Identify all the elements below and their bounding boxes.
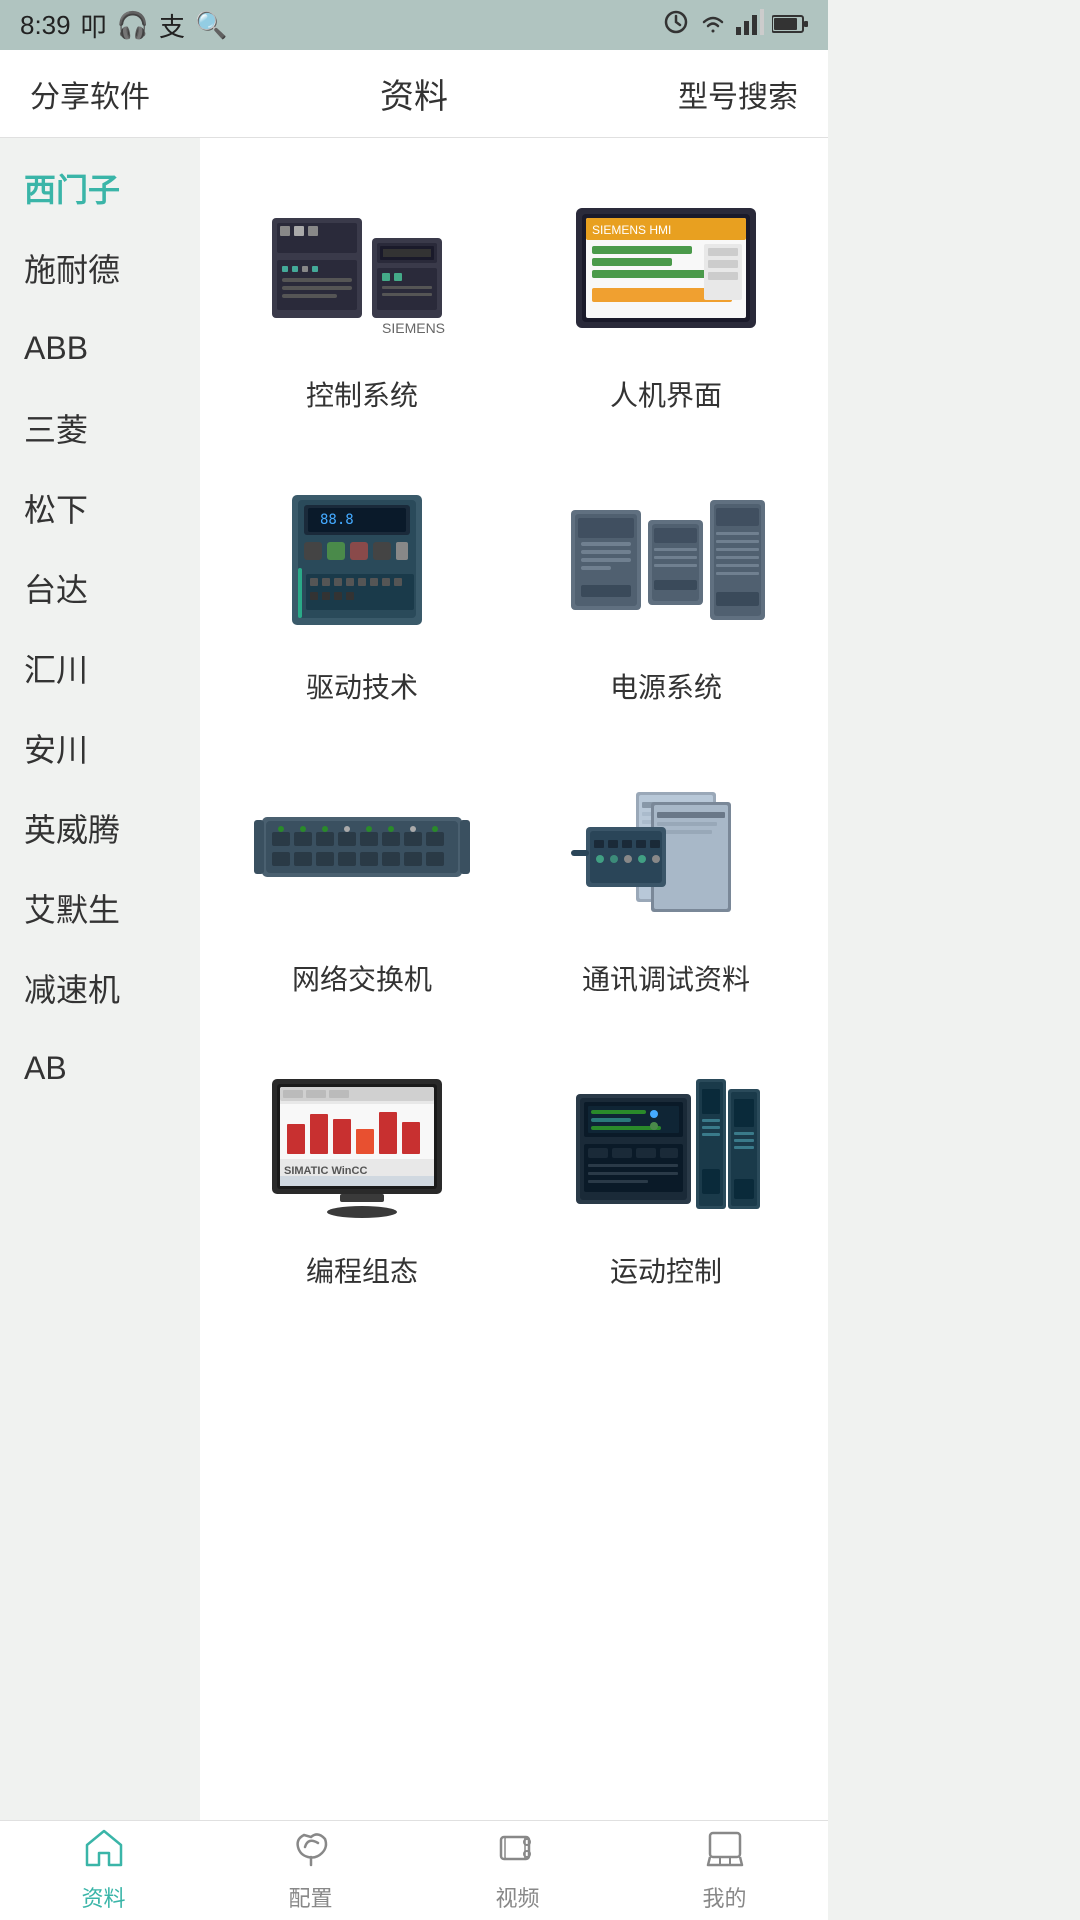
status-icon-msg: 🔍 <box>195 10 227 41</box>
bottom-tab-bar: 资料 配置 视频 <box>0 1820 828 1920</box>
tab-config[interactable]: 配置 <box>207 1829 414 1913</box>
control-system-image: SIEMENS <box>242 178 482 358</box>
programming-label: 编程组态 <box>306 1250 418 1290</box>
status-battery-icon <box>772 10 808 41</box>
sidebar-item-abb[interactable]: ABB <box>0 308 200 388</box>
tab-video[interactable]: 视频 <box>414 1829 621 1913</box>
status-left: 8:39 叩 🎧 支 🔍 <box>20 7 227 44</box>
tab-video-label: 视频 <box>495 1881 539 1913</box>
comm-debug-image <box>546 762 786 942</box>
sidebar-item-mitsubishi[interactable]: 三菱 <box>0 388 200 468</box>
motion-control-image <box>546 1054 786 1234</box>
network-switch-image <box>242 762 482 942</box>
category-drive[interactable]: 88.8 <box>220 450 504 722</box>
content-area: SIEMENS 控制系统 SIEMENS HMI <box>200 138 828 1820</box>
category-motion-control[interactable]: 运动控制 <box>524 1034 808 1306</box>
power-supply-image <box>546 470 786 650</box>
category-grid: SIEMENS 控制系统 SIEMENS HMI <box>220 158 808 1306</box>
sidebar-item-ab[interactable]: AB <box>0 1028 200 1108</box>
sidebar: 西门子 施耐德 ABB 三菱 松下 台达 汇川 安川 英威腾 艾默生 减速机 <box>0 138 200 1820</box>
sidebar-item-yaskawa[interactable]: 安川 <box>0 708 200 788</box>
motion-control-label: 运动控制 <box>610 1250 722 1290</box>
status-nfc-icon <box>662 8 690 43</box>
hmi-label: 人机界面 <box>610 374 722 414</box>
svg-text:SIEMENS: SIEMENS <box>382 320 445 336</box>
sidebar-item-reducer[interactable]: 减速机 <box>0 948 200 1028</box>
sidebar-item-panasonic[interactable]: 松下 <box>0 468 200 548</box>
status-icon-call: 叩 <box>81 7 107 44</box>
tab-config-icon <box>290 1829 332 1877</box>
status-signal-icon <box>736 9 764 42</box>
share-software-link[interactable]: 分享软件 <box>30 72 150 116</box>
top-nav: 分享软件 资料 型号搜索 <box>0 50 828 138</box>
sidebar-item-emerson[interactable]: 艾默生 <box>0 868 200 948</box>
hmi-image: SIEMENS HMI <box>546 178 786 358</box>
sidebar-item-invt[interactable]: 英威腾 <box>0 788 200 868</box>
tab-mine[interactable]: 我的 <box>621 1829 828 1913</box>
svg-text:88.8: 88.8 <box>320 512 354 528</box>
status-wifi-icon <box>698 9 728 42</box>
comm-debug-label: 通讯调试资料 <box>582 958 750 998</box>
sidebar-item-schneider[interactable]: 施耐德 <box>0 228 200 308</box>
category-network-switch[interactable]: 网络交换机 <box>220 742 504 1014</box>
main-layout: 西门子 施耐德 ABB 三菱 松下 台达 汇川 安川 英威腾 艾默生 减速机 <box>0 138 828 1820</box>
category-comm-debug[interactable]: 通讯调试资料 <box>524 742 808 1014</box>
status-icon-pay: 支 <box>159 7 185 44</box>
tab-mine-label: 我的 <box>702 1881 746 1913</box>
tab-config-label: 配置 <box>288 1881 332 1913</box>
sidebar-item-siemens[interactable]: 西门子 <box>0 148 200 228</box>
sidebar-item-delta[interactable]: 台达 <box>0 548 200 628</box>
tab-data-label: 资料 <box>81 1881 125 1913</box>
control-system-label: 控制系统 <box>306 374 418 414</box>
programming-image: SIMATIC WinCC <box>242 1054 482 1234</box>
tab-mine-icon <box>704 1829 746 1877</box>
tab-video-icon <box>497 1829 539 1877</box>
network-switch-label: 网络交换机 <box>292 958 432 998</box>
svg-text:SIMATIC WinCC: SIMATIC WinCC <box>284 1165 367 1177</box>
power-supply-label: 电源系统 <box>610 666 722 706</box>
drive-image: 88.8 <box>242 470 482 650</box>
status-right <box>662 8 808 43</box>
category-programming[interactable]: SIMATIC WinCC 编程组态 <box>220 1034 504 1306</box>
tab-data[interactable]: 资料 <box>0 1829 207 1913</box>
drive-label: 驱动技术 <box>306 666 418 706</box>
status-bar: 8:39 叩 🎧 支 🔍 <box>0 0 828 50</box>
tab-data-icon <box>83 1829 125 1877</box>
category-control-system[interactable]: SIEMENS 控制系统 <box>220 158 504 430</box>
svg-text:SIEMENS HMI: SIEMENS HMI <box>592 223 671 237</box>
category-power-supply[interactable]: 电源系统 <box>524 450 808 722</box>
status-time: 8:39 <box>20 10 71 41</box>
model-search-link[interactable]: 型号搜索 <box>678 72 798 116</box>
page-title: 资料 <box>380 69 448 118</box>
category-hmi[interactable]: SIEMENS HMI 人机界面 <box>524 158 808 430</box>
status-icon-headphone: 🎧 <box>117 10 149 41</box>
sidebar-item-inovance[interactable]: 汇川 <box>0 628 200 708</box>
